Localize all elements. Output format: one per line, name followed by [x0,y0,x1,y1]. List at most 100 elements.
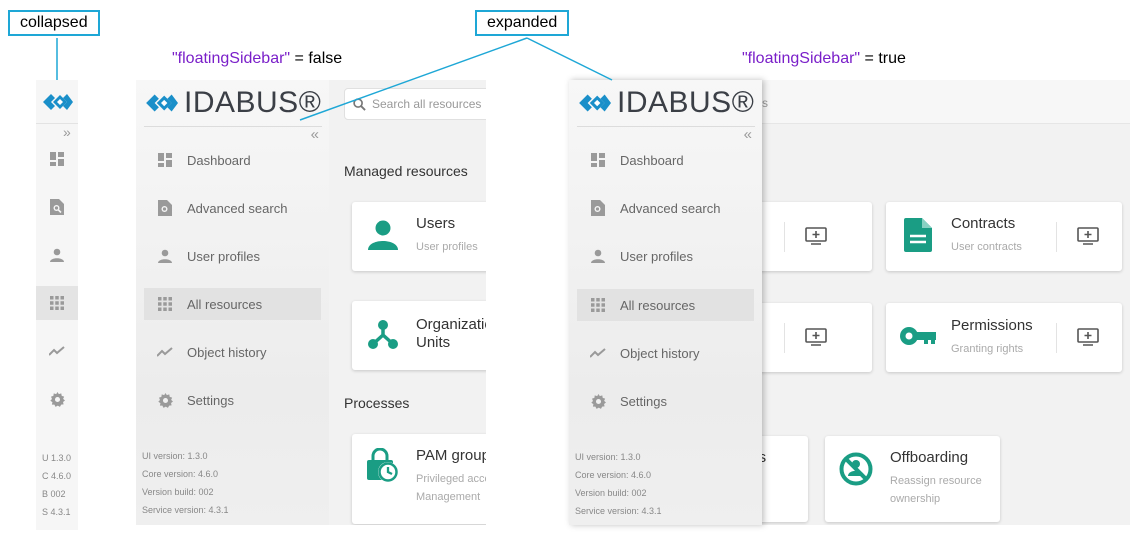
card-title: Users [416,215,456,232]
divider [1056,222,1057,252]
main-content-floating: s Contracts User contracts es Permission… [762,80,1130,525]
sidebar-item-advanced-search[interactable]: Advanced search [144,192,321,224]
brand-name: IDABUS® [184,86,322,119]
advanced-search-icon [591,200,605,216]
contracts-card[interactable]: Contracts User contracts [886,202,1122,271]
sidebar-item-advanced-search[interactable]: Advanced search [577,192,754,224]
pam-group-card[interactable]: PAM group Privileged acce Management [352,434,486,524]
sidebar-item-label: Advanced search [187,200,288,216]
partial-card[interactable] [762,202,872,271]
search-bar[interactable]: s [762,80,1130,124]
sidebar-item-settings[interactable] [36,382,78,416]
permissions-card[interactable]: Permissions Granting rights [886,303,1122,372]
expanded-sidebar-docked: IDABUS® « Dashboard Advanced search User… [136,80,329,525]
lock-clock-icon [367,448,398,482]
expand-sidebar-button[interactable]: » [63,124,71,140]
brand: IDABUS® [577,86,754,120]
brand-name: IDABUS® [617,86,755,119]
sidebar-item-dashboard[interactable] [36,142,78,176]
sidebar-item-label: All resources [620,297,696,313]
divider [144,126,322,127]
core-version: Core version: 4.6.0 [575,470,652,480]
card-title: PAM group [416,447,486,464]
sidebar-item-label: Object history [620,345,700,361]
sidebar-item-settings[interactable]: Settings [577,385,754,417]
processes-heading: Processes [344,395,410,411]
search-input[interactable]: Search all resources [344,88,486,120]
floating-false-caption: "floatingSidebar" = false [172,50,342,68]
org-tree-icon [368,320,398,349]
divider [36,123,78,124]
search-icon [353,97,366,111]
card-subtitle: Privileged acce [416,473,486,485]
add-screen-icon[interactable] [1077,227,1099,245]
collapse-sidebar-button[interactable]: « [311,126,319,143]
partial-card[interactable]: es [762,303,872,372]
trend-icon [49,346,65,356]
sidebar-item-all-resources[interactable] [36,286,78,320]
sidebar-item-label: Advanced search [620,200,721,216]
collapse-sidebar-button[interactable]: « [744,126,752,143]
sidebar-item-settings[interactable]: Settings [144,384,321,416]
sidebar-item-all-resources[interactable]: All resources [144,288,321,320]
divider [1056,323,1057,353]
sidebar-item-object-history[interactable]: Object history [577,337,754,369]
floating-true-caption: "floatingSidebar" = true [742,50,906,68]
expanded-sidebar-floating: IDABUS® « Dashboard Advanced search User… [569,80,762,525]
floating-value: = false [290,50,343,67]
card-subtitle-line2: ownership [890,493,941,505]
service-version: S 4.3.1 [42,507,71,517]
build-version: Version build: 002 [142,487,214,497]
ui-version: UI version: 1.3.0 [142,451,208,461]
expanded-connector-right [526,37,613,81]
advanced-search-icon [158,200,172,216]
build-version: B 002 [42,489,66,499]
sidebar-item-dashboard[interactable]: Dashboard [577,144,754,176]
floating-sidebar-key: "floatingSidebar" [742,50,861,67]
collapsed-callout: collapsed [8,10,100,36]
card-title: Contracts [951,215,1016,232]
users-card[interactable]: Users User profiles [352,202,486,271]
card-subtitle: Granting rights [951,343,1024,355]
grid-icon [591,298,605,312]
search-placeholder: Search all resources [372,97,482,111]
sidebar-item-all-resources[interactable]: All resources [577,289,754,321]
divider [784,222,785,252]
search-placeholder-fragment: s [762,96,768,110]
sidebar-item-label: Settings [620,393,667,409]
offboarding-card[interactable]: Offboarding Reassign resource ownership [825,436,1000,522]
idabus-logo-icon [146,94,178,112]
add-screen-icon[interactable] [805,227,827,245]
card-title-fragment: ups [762,449,767,466]
partial-process-card[interactable]: ups ess [762,436,808,522]
service-version: Service version: 4.3.1 [575,506,662,516]
ui-version: U 1.3.0 [42,453,72,463]
organization-units-card[interactable]: Organizatio Units [352,301,486,370]
sidebar-item-user-profiles[interactable]: User profiles [577,240,754,272]
sidebar-item-user-profiles[interactable]: User profiles [144,240,321,272]
advanced-search-icon [50,199,64,215]
sidebar-item-label: Dashboard [620,152,684,168]
grid-icon [158,297,172,311]
person-icon [368,220,398,250]
divider [577,126,755,127]
floating-sidebar-key: "floatingSidebar" [172,50,291,67]
sidebar-item-dashboard[interactable]: Dashboard [144,144,321,176]
sidebar-item-user-profiles[interactable] [36,238,78,272]
sidebar-item-object-history[interactable] [36,334,78,368]
service-version: Service version: 4.3.1 [142,505,229,515]
floating-value: = true [860,50,906,67]
idabus-logo-icon [579,94,611,112]
add-screen-icon[interactable] [805,328,827,346]
sidebar-item-label: Dashboard [187,152,251,168]
sidebar-item-label: All resources [187,296,263,312]
gear-icon [157,392,173,408]
add-screen-icon[interactable] [1077,328,1099,346]
person-icon [591,249,605,263]
sidebar-item-object-history[interactable]: Object history [144,336,321,368]
collapsed-sidebar: » U 1.3.0 C 4.6.0 B 002 S 4.3.1 [36,80,78,530]
card-subtitle: User contracts [951,241,1022,253]
document-icon [904,218,932,252]
person-icon [158,249,172,263]
sidebar-item-advanced-search[interactable] [36,190,78,224]
